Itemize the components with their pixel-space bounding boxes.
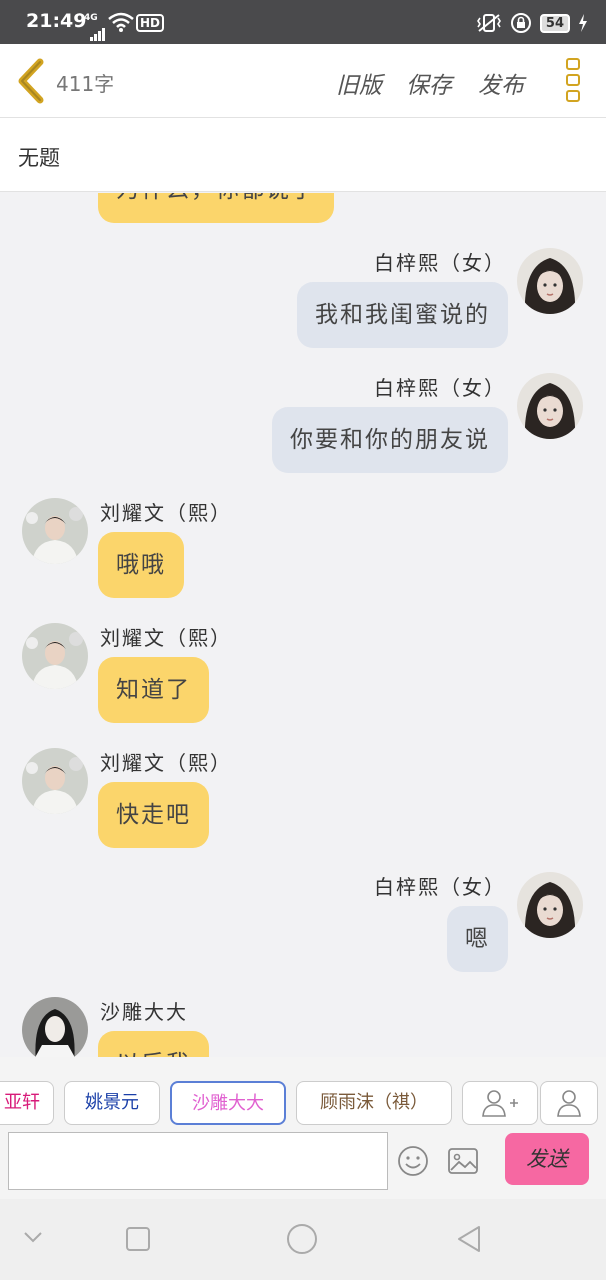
word-count: 411字: [56, 72, 115, 96]
message-bubble[interactable]: 快走吧: [98, 782, 209, 848]
send-button[interactable]: 发送: [505, 1133, 589, 1185]
role-chip-label: 沙雕大大: [192, 1093, 264, 1114]
signal-icon: [90, 22, 106, 41]
hide-keyboard-icon[interactable]: [22, 1229, 44, 1245]
avatar[interactable]: [22, 498, 88, 564]
role-chip-label: 顾雨沫（祺）: [320, 1092, 428, 1113]
document-title: 无题: [18, 146, 60, 170]
message-bubble[interactable]: 我和我闺蜜说的: [297, 282, 508, 348]
message-bubble[interactable]: 知道了: [98, 657, 209, 723]
charging-icon: [579, 14, 587, 32]
sender-name: 刘耀文（熙）: [100, 501, 232, 525]
role-chip[interactable]: 姚景元: [64, 1081, 160, 1125]
message-bubble[interactable]: 嗯: [447, 906, 508, 972]
sender-name: 刘耀文（熙）: [100, 626, 232, 650]
back-nav-icon[interactable]: [455, 1224, 483, 1254]
image-icon[interactable]: [447, 1147, 479, 1175]
message-bubble[interactable]: 以后我: [98, 1031, 209, 1057]
message-bubble[interactable]: 为什么，你都说了: [98, 193, 334, 223]
hd-badge: HD: [136, 14, 165, 32]
message-bubble[interactable]: 你要和你的朋友说: [272, 407, 508, 473]
avatar[interactable]: [22, 748, 88, 814]
sender-name: 白梓熙（女）: [374, 376, 506, 400]
add-person-icon: [482, 1090, 518, 1117]
lock-rotation-icon: [510, 13, 531, 33]
sender-name: 刘耀文（熙）: [100, 751, 232, 775]
role-selector-bar: 亚轩 姚景元 沙雕大大 顾雨沫（祺）: [0, 1057, 606, 1129]
recents-icon[interactable]: [125, 1226, 151, 1252]
publish-button[interactable]: 发布: [478, 66, 524, 100]
avatar[interactable]: [517, 248, 583, 314]
system-nav-bar: [0, 1199, 606, 1280]
chat-area[interactable]: 为什么，你都说了 白梓熙（女） 我和我闺蜜说的 白梓熙（女） 你要和你的朋友说 …: [0, 193, 606, 1057]
role-chip-label: 亚轩: [4, 1092, 40, 1113]
composer: 发送: [0, 1129, 606, 1199]
role-chip-selected[interactable]: 沙雕大大: [170, 1081, 286, 1125]
role-chip[interactable]: 亚轩: [0, 1081, 54, 1125]
sender-name: 白梓熙（女）: [374, 875, 506, 899]
home-icon[interactable]: [286, 1223, 318, 1255]
save-button[interactable]: 保存: [406, 66, 452, 100]
old-version-button[interactable]: 旧版: [336, 66, 382, 100]
wifi-icon: [108, 12, 134, 32]
status-bar: 21:49 4G HD 54: [0, 0, 606, 44]
person-icon: [557, 1090, 581, 1117]
battery-icon: 54: [539, 13, 570, 33]
emoji-icon[interactable]: [397, 1145, 429, 1177]
message-bubble[interactable]: 哦哦: [98, 532, 184, 598]
editor-toolbar: 411字 旧版 保存 发布: [0, 44, 606, 118]
add-role-button[interactable]: [462, 1081, 538, 1125]
status-time: 21:49: [26, 10, 87, 32]
document-title-bar[interactable]: 无题: [0, 118, 606, 192]
avatar[interactable]: [22, 997, 88, 1057]
more-menu-icon[interactable]: [564, 58, 582, 106]
avatar[interactable]: [22, 623, 88, 689]
message-input[interactable]: [8, 1132, 388, 1190]
role-chip-label: 姚景元: [85, 1092, 139, 1113]
vibrate-icon: [476, 14, 501, 32]
back-arrow-icon[interactable]: [14, 58, 48, 104]
role-chip[interactable]: 顾雨沫（祺）: [296, 1081, 452, 1125]
avatar[interactable]: [517, 373, 583, 439]
avatar[interactable]: [517, 872, 583, 938]
sender-name: 沙雕大大: [100, 1000, 188, 1024]
sender-name: 白梓熙（女）: [374, 251, 506, 275]
narrator-role-button[interactable]: [540, 1081, 598, 1125]
